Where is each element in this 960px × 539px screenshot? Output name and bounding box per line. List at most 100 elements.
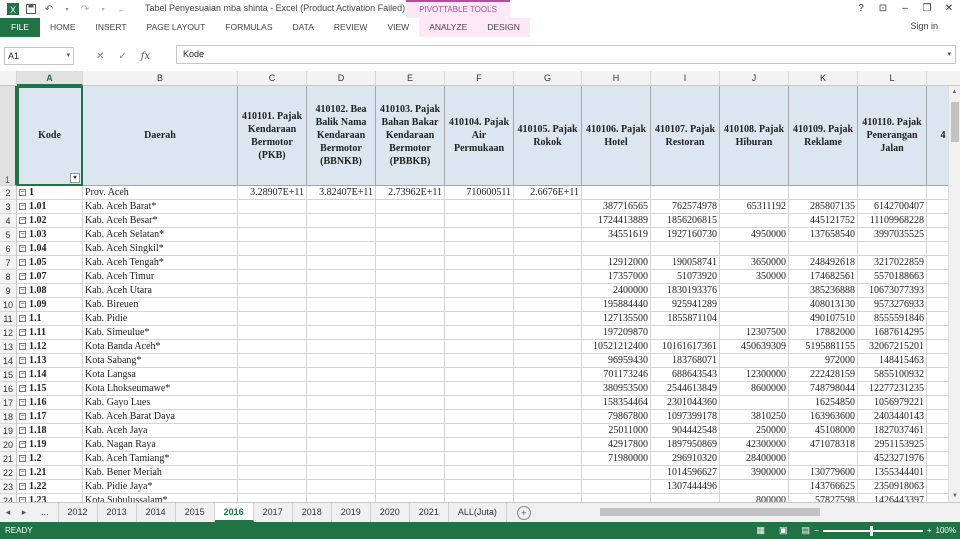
- value-cell[interactable]: 1897950869: [651, 438, 720, 452]
- daerah-cell[interactable]: Kota Subulussalam*: [83, 494, 238, 502]
- column-header-a[interactable]: A: [17, 71, 83, 86]
- value-cell[interactable]: [307, 480, 376, 494]
- value-cell[interactable]: [238, 256, 307, 270]
- value-cell[interactable]: [720, 242, 789, 256]
- value-cell[interactable]: [514, 298, 582, 312]
- value-cell[interactable]: [376, 382, 445, 396]
- row-header[interactable]: 20: [0, 438, 17, 452]
- value-cell[interactable]: 380953500: [582, 382, 651, 396]
- value-cell[interactable]: 2951153925: [858, 438, 927, 452]
- tab-insert[interactable]: INSERT: [86, 18, 137, 37]
- value-cell[interactable]: 2.6676E+11: [514, 186, 582, 200]
- header-cell-tax-9[interactable]: 410108. Pajak Hiburan: [720, 86, 789, 186]
- row-header[interactable]: 14: [0, 354, 17, 368]
- filter-dropdown-icon[interactable]: ▾: [70, 173, 80, 183]
- collapse-icon[interactable]: −: [19, 315, 26, 323]
- column-header-c[interactable]: C: [238, 71, 307, 86]
- value-cell[interactable]: [307, 452, 376, 466]
- header-cell-daerah[interactable]: Daerah: [83, 86, 238, 186]
- value-cell[interactable]: 701173246: [582, 368, 651, 382]
- daerah-cell[interactable]: Kab. Aceh Barat*: [83, 200, 238, 214]
- value-cell[interactable]: [445, 424, 514, 438]
- row-header[interactable]: 22: [0, 466, 17, 480]
- value-cell[interactable]: [445, 382, 514, 396]
- value-cell[interactable]: 25011000: [582, 424, 651, 438]
- value-cell[interactable]: [651, 242, 720, 256]
- value-cell[interactable]: [307, 354, 376, 368]
- value-cell[interactable]: 2544613849: [651, 382, 720, 396]
- sheet-tab-2012[interactable]: 2012: [59, 503, 98, 522]
- value-cell[interactable]: 3810250: [720, 410, 789, 424]
- value-cell[interactable]: [238, 494, 307, 502]
- page-break-view-icon[interactable]: ▤: [801, 525, 810, 536]
- collapse-icon[interactable]: −: [19, 441, 26, 449]
- column-header-h[interactable]: H: [582, 71, 651, 86]
- value-cell[interactable]: 183768071: [651, 354, 720, 368]
- value-cell[interactable]: [376, 340, 445, 354]
- value-cell[interactable]: [238, 242, 307, 256]
- value-cell[interactable]: [376, 466, 445, 480]
- value-cell[interactable]: [238, 312, 307, 326]
- value-cell[interactable]: 11109968228: [858, 214, 927, 228]
- row-header[interactable]: 3: [0, 200, 17, 214]
- value-cell[interactable]: 1097399178: [651, 410, 720, 424]
- value-cell[interactable]: [307, 410, 376, 424]
- value-cell[interactable]: 57827598: [789, 494, 858, 502]
- value-cell[interactable]: [307, 284, 376, 298]
- header-cell-tax-2[interactable]: 410101. Pajak Kendaraan Bermotor (PKB): [238, 86, 307, 186]
- value-cell[interactable]: [238, 214, 307, 228]
- tab-view[interactable]: VIEW: [377, 18, 419, 37]
- value-cell[interactable]: 5570188663: [858, 270, 927, 284]
- tab-formulas[interactable]: FORMULAS: [215, 18, 282, 37]
- value-cell[interactable]: [445, 326, 514, 340]
- value-cell[interactable]: 148415463: [858, 354, 927, 368]
- row-header[interactable]: 4: [0, 214, 17, 228]
- header-cell-tax-5[interactable]: 410104. Pajak Air Permukaan: [445, 86, 514, 186]
- collapse-icon[interactable]: −: [19, 231, 26, 239]
- value-cell[interactable]: [582, 186, 651, 200]
- value-cell[interactable]: 925941289: [651, 298, 720, 312]
- daerah-cell[interactable]: Kota Banda Aceh*: [83, 340, 238, 354]
- value-cell[interactable]: 1687614295: [858, 326, 927, 340]
- add-sheet-icon[interactable]: +: [516, 505, 531, 520]
- value-cell[interactable]: [720, 480, 789, 494]
- value-cell[interactable]: 2400000: [582, 284, 651, 298]
- value-cell[interactable]: [307, 368, 376, 382]
- value-cell[interactable]: [445, 452, 514, 466]
- kode-cell[interactable]: −1.12: [17, 340, 83, 354]
- kode-cell[interactable]: −1.13: [17, 354, 83, 368]
- value-cell[interactable]: [445, 298, 514, 312]
- value-cell[interactable]: 250000: [720, 424, 789, 438]
- value-cell[interactable]: [307, 438, 376, 452]
- value-cell[interactable]: [376, 452, 445, 466]
- column-header-k[interactable]: K: [789, 71, 858, 86]
- value-cell[interactable]: [238, 424, 307, 438]
- value-cell[interactable]: [514, 242, 582, 256]
- value-cell[interactable]: 8555591846: [858, 312, 927, 326]
- value-cell[interactable]: 45108000: [789, 424, 858, 438]
- kode-cell[interactable]: −1.2: [17, 452, 83, 466]
- kode-cell[interactable]: −1.23: [17, 494, 83, 502]
- collapse-icon[interactable]: −: [19, 343, 26, 351]
- value-cell[interactable]: [514, 270, 582, 284]
- value-cell[interactable]: [445, 480, 514, 494]
- value-cell[interactable]: [514, 256, 582, 270]
- save-icon[interactable]: [24, 2, 38, 16]
- row-header[interactable]: 17: [0, 396, 17, 410]
- row-header[interactable]: 12: [0, 326, 17, 340]
- value-cell[interactable]: 285807135: [789, 200, 858, 214]
- zoom-slider[interactable]: [822, 525, 923, 536]
- value-cell[interactable]: [720, 312, 789, 326]
- row-header[interactable]: 15: [0, 368, 17, 382]
- value-cell[interactable]: [445, 466, 514, 480]
- kode-cell[interactable]: −1.11: [17, 326, 83, 340]
- kode-cell[interactable]: −1.08: [17, 284, 83, 298]
- value-cell[interactable]: [238, 368, 307, 382]
- header-cell-tax-6[interactable]: 410105. Pajak Rokok: [514, 86, 582, 186]
- value-cell[interactable]: [307, 424, 376, 438]
- tab-design[interactable]: DESIGN: [477, 18, 530, 37]
- value-cell[interactable]: 71980000: [582, 452, 651, 466]
- value-cell[interactable]: [720, 186, 789, 200]
- vertical-scroll-thumb[interactable]: [951, 102, 959, 142]
- vertical-scrollbar[interactable]: ▲ ▼: [948, 86, 960, 502]
